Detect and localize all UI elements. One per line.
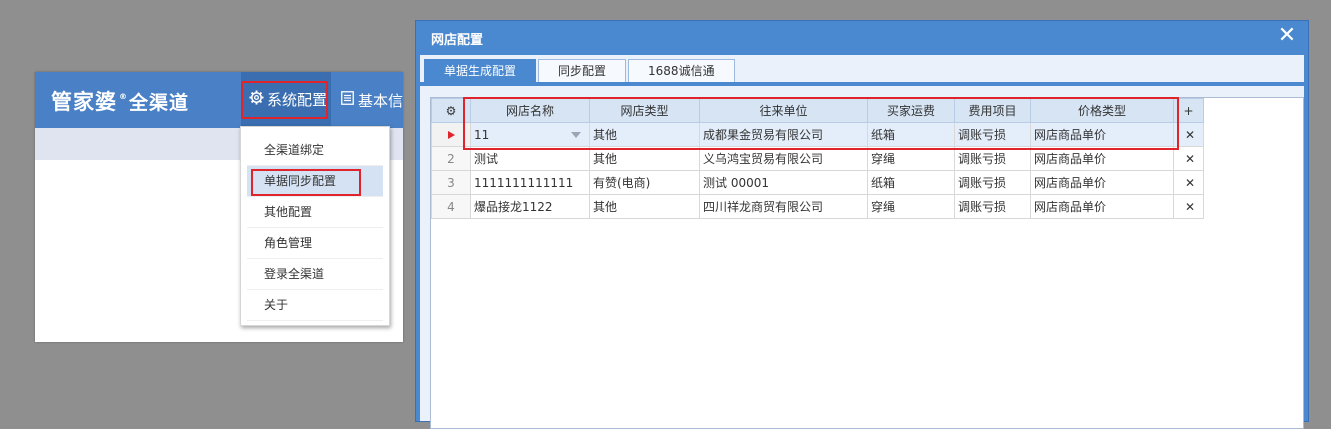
col-header-buyer-freight: 买家运费 [867, 98, 955, 123]
shop-name-cell[interactable]: 1111111111111 [470, 170, 590, 195]
col-header-partner: 往来单位 [699, 98, 868, 123]
fee-item-cell[interactable]: 调账亏损 [954, 170, 1031, 195]
col-header-fee-item: 费用项目 [954, 98, 1031, 123]
app-header: 管家婆 ® 全渠道 系统配置 基本信 [35, 72, 403, 128]
shop-name-cell[interactable]: 测试 [470, 146, 590, 171]
list-icon [341, 91, 354, 109]
menu-item-about[interactable]: 关于 [247, 290, 383, 321]
price-type-cell[interactable]: 网店商品单价 [1030, 194, 1174, 219]
logo-reg-mark: ® [119, 92, 127, 101]
row-number: 2 [431, 146, 471, 171]
current-row-indicator-icon [431, 122, 471, 147]
add-row-icon[interactable]: + [1173, 98, 1204, 123]
col-header-shop-type: 网店类型 [589, 98, 700, 123]
shop-name-cell[interactable]: 爆品接龙1122 [470, 194, 590, 219]
app-window: 管家婆 ® 全渠道 系统配置 基本信 全渠道绑定 单据同步配置 其他配置 角色管… [35, 72, 403, 342]
price-type-cell[interactable]: 网店商品单价 [1030, 122, 1174, 147]
config-table: ⚙ 网店名称 网店类型 往来单位 买家运费 费用项目 价格类型 + 11 其他 … [431, 98, 1204, 219]
nav-basic-info[interactable]: 基本信 [341, 72, 403, 128]
price-type-cell[interactable]: 网店商品单价 [1030, 170, 1174, 195]
shop-type-cell[interactable]: 有赞(电商) [589, 170, 700, 195]
partner-cell[interactable]: 义乌鸿宝贸易有限公司 [699, 146, 868, 171]
delete-row-icon[interactable]: ✕ [1173, 122, 1204, 147]
shop-type-cell[interactable]: 其他 [589, 146, 700, 171]
gear-icon[interactable]: ⚙ [431, 98, 471, 123]
logo-sub-text: 全渠道 [129, 92, 190, 114]
menu-item-role-management[interactable]: 角色管理 [247, 228, 383, 259]
delete-row-icon[interactable]: ✕ [1173, 194, 1204, 219]
dialog-title: 网店配置 [431, 33, 484, 48]
logo-main-text: 管家婆 [51, 90, 117, 114]
price-type-cell[interactable]: 网店商品单价 [1030, 146, 1174, 171]
fee-item-cell[interactable]: 调账亏损 [954, 122, 1031, 147]
nav-system-config[interactable]: 系统配置 [241, 72, 331, 128]
shop-type-cell[interactable]: 其他 [589, 194, 700, 219]
shop-config-dialog: 网店配置 ✕ 单据生成配置 同步配置 1688诚信通 ⚙ 网店名称 网店类型 往 [415, 20, 1309, 429]
delete-row-icon[interactable]: ✕ [1173, 170, 1204, 195]
row-number: 4 [431, 194, 471, 219]
table-row[interactable]: 11 其他 成都果金贸易有限公司 纸箱 调账亏损 网店商品单价 ✕ [431, 122, 1204, 147]
menu-item-login-channel[interactable]: 登录全渠道 [247, 259, 383, 290]
partner-cell[interactable]: 测试 00001 [699, 170, 868, 195]
shop-name-combo[interactable]: 11 [470, 122, 590, 147]
delete-row-icon[interactable]: ✕ [1173, 146, 1204, 171]
close-icon[interactable]: ✕ [1276, 25, 1298, 47]
tab-document-generation[interactable]: 单据生成配置 [424, 59, 537, 83]
freight-cell[interactable]: 穿绳 [867, 146, 955, 171]
gear-icon [249, 89, 264, 109]
app-logo: 管家婆 ® 全渠道 [51, 86, 189, 114]
nav-system-label: 系统配置 [267, 90, 328, 109]
chevron-down-icon[interactable] [571, 131, 581, 138]
config-grid-area: ⚙ 网店名称 网店类型 往来单位 买家运费 费用项目 价格类型 + 11 其他 … [430, 97, 1304, 429]
table-header-row: ⚙ 网店名称 网店类型 往来单位 买家运费 费用项目 价格类型 + [431, 98, 1204, 123]
table-row[interactable]: 2 测试 其他 义乌鸿宝贸易有限公司 穿绳 调账亏损 网店商品单价 ✕ [431, 146, 1204, 171]
shop-name-value: 11 [474, 127, 490, 142]
freight-cell[interactable]: 纸箱 [867, 122, 955, 147]
col-header-price-type: 价格类型 [1030, 98, 1174, 123]
partner-cell[interactable]: 成都果金贸易有限公司 [699, 122, 868, 147]
fee-item-cell[interactable]: 调账亏损 [954, 146, 1031, 171]
menu-item-document-sync-config[interactable]: 单据同步配置 [247, 166, 383, 197]
freight-cell[interactable]: 穿绳 [867, 194, 955, 219]
row-number: 3 [431, 170, 471, 195]
dialog-body: 单据生成配置 同步配置 1688诚信通 ⚙ 网店名称 网店类型 往来单位 买家运… [420, 55, 1304, 429]
tab-1688-trust[interactable]: 1688诚信通 [628, 59, 735, 83]
fee-item-cell[interactable]: 调账亏损 [954, 194, 1031, 219]
system-config-menu: 全渠道绑定 单据同步配置 其他配置 角色管理 登录全渠道 关于 [240, 126, 390, 326]
table-row[interactable]: 4 爆品接龙1122 其他 四川祥龙商贸有限公司 穿绳 调账亏损 网店商品单价 … [431, 194, 1204, 219]
menu-item-other-config[interactable]: 其他配置 [247, 197, 383, 228]
nav-basic-label: 基本信 [358, 91, 403, 110]
partner-cell[interactable]: 四川祥龙商贸有限公司 [699, 194, 868, 219]
tab-bar: 单据生成配置 同步配置 1688诚信通 [424, 59, 737, 83]
tab-sync-config[interactable]: 同步配置 [538, 59, 627, 83]
table-row[interactable]: 3 1111111111111 有赞(电商) 测试 00001 纸箱 调账亏损 … [431, 170, 1204, 195]
freight-cell[interactable]: 纸箱 [867, 170, 955, 195]
menu-item-channel-binding[interactable]: 全渠道绑定 [247, 135, 383, 166]
shop-type-cell[interactable]: 其他 [589, 122, 700, 147]
tab-strip [420, 82, 1304, 86]
col-header-shop-name: 网店名称 [470, 98, 590, 123]
